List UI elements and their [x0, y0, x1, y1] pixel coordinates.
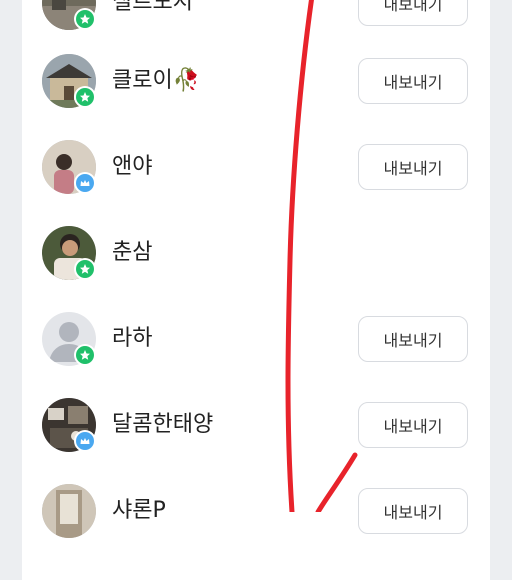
contact-name: 클로이🥀 — [112, 68, 201, 93]
contact-name: 칠르도시 — [112, 0, 193, 15]
contact-name: 달콤한태양 — [112, 412, 214, 437]
status-badge — [74, 430, 96, 452]
list-item[interactable]: 앤야 내보내기 — [0, 140, 512, 225]
list-item[interactable]: 클로이🥀 내보내기 — [0, 54, 512, 139]
list-item[interactable]: 칠르도시 내보내기 — [0, 0, 512, 61]
contact-list: 칠르도시 내보내기 클로이🥀 내보내기 앤야 내보내기 춘삼 라하 내보내기 달… — [0, 0, 512, 538]
export-button[interactable]: 내보내기 — [358, 316, 468, 362]
export-button[interactable]: 내보내기 — [358, 58, 468, 104]
status-badge — [74, 258, 96, 280]
crown-icon — [80, 438, 90, 444]
star-icon — [80, 350, 90, 360]
list-item[interactable]: 춘삼 — [0, 226, 512, 311]
export-button[interactable]: 내보내기 — [358, 402, 468, 448]
star-icon — [80, 264, 90, 274]
list-item[interactable]: 샤론P 내보내기 — [0, 484, 512, 569]
crown-icon — [80, 180, 90, 186]
export-button[interactable]: 내보내기 — [358, 0, 468, 26]
export-button[interactable]: 내보내기 — [358, 144, 468, 190]
contact-name: 라하 — [112, 326, 153, 351]
status-badge — [74, 344, 96, 366]
status-badge — [74, 86, 96, 108]
export-button[interactable]: 내보내기 — [358, 488, 468, 534]
list-item[interactable]: 달콤한태양 내보내기 — [0, 398, 512, 483]
contact-name: 춘삼 — [112, 240, 153, 265]
contact-name: 샤론P — [112, 498, 166, 523]
avatar — [42, 484, 96, 538]
status-badge — [74, 8, 96, 30]
list-item[interactable]: 라하 내보내기 — [0, 312, 512, 397]
status-badge — [74, 172, 96, 194]
contact-name: 앤야 — [112, 154, 153, 179]
star-icon — [80, 92, 90, 102]
star-icon — [80, 14, 90, 24]
